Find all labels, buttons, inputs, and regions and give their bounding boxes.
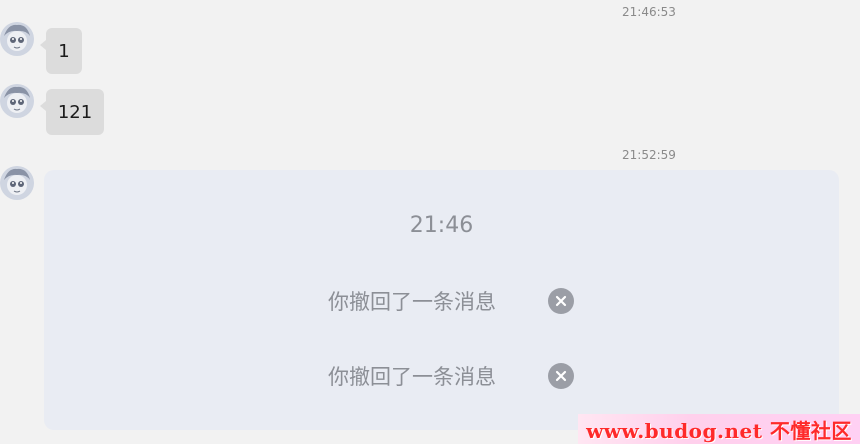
avatar[interactable] [0, 166, 34, 200]
avatar[interactable] [0, 22, 34, 56]
message-text: 121 [57, 101, 93, 123]
message-text: 1 [58, 40, 70, 62]
close-icon[interactable] [548, 288, 574, 314]
recall-item: 你撤回了一条消息 [328, 286, 574, 316]
message-bubble[interactable]: 121 [40, 89, 104, 135]
chat-window: 21:46:53 1 121 21:52:59 21:46 你撤回了一条消息 你… [0, 0, 860, 444]
watermark: www.budog.net 不懂社区 [578, 414, 860, 444]
close-icon[interactable] [548, 363, 574, 389]
avatar[interactable] [0, 84, 34, 118]
avatar-image [0, 166, 34, 200]
recalled-messages-card: 21:46 你撤回了一条消息 你撤回了一条消息 [44, 170, 839, 430]
avatar-image [0, 22, 34, 56]
recall-card-time: 21:46 [409, 213, 474, 238]
recall-item: 你撤回了一条消息 [328, 361, 574, 391]
watermark-text: www.budog.net 不懂社区 [586, 418, 852, 443]
recall-item-text: 你撤回了一条消息 [328, 365, 496, 389]
message-bubble[interactable]: 1 [40, 28, 82, 74]
avatar-image [0, 84, 34, 118]
message-timestamp: 21:46:53 [622, 5, 676, 19]
recall-item-text: 你撤回了一条消息 [328, 290, 496, 314]
message-timestamp: 21:52:59 [622, 148, 676, 162]
